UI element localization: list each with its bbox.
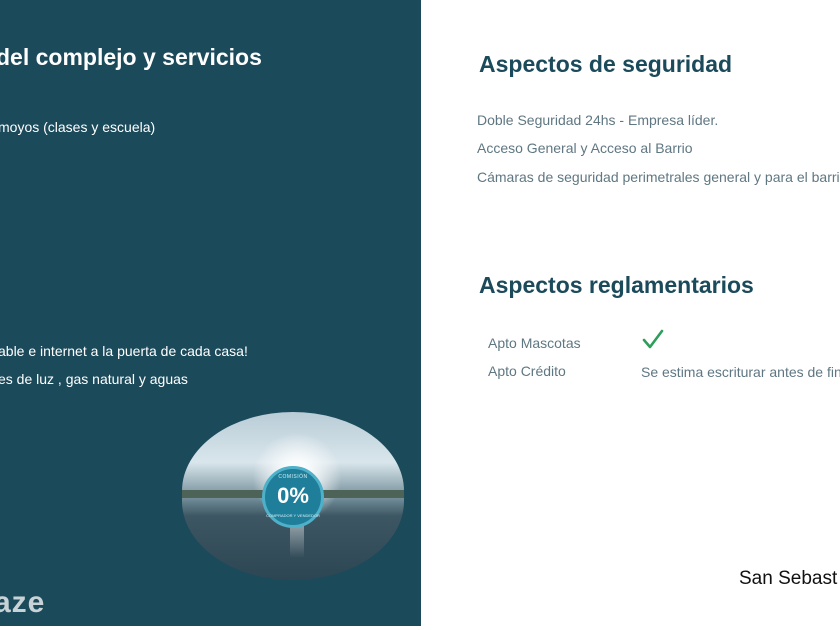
credit-eligible-label: Apto Crédito	[488, 363, 566, 379]
complex-services-title: del complejo y servicios	[0, 44, 262, 70]
commission-badge-value: 0%	[277, 483, 309, 508]
credit-eligible-value: Se estima escriturar antes de fin	[641, 364, 840, 380]
service-line-schools: moyos (clases y escuela)	[0, 119, 156, 135]
commission-badge-bottom-text: COMPRADOR Y VENDEDOR	[266, 513, 320, 518]
commission-badge: COMISIÓN 0% COMPRADOR Y VENDEDOR	[262, 466, 324, 528]
pets-allowed-label: Apto Mascotas	[488, 335, 581, 351]
commission-badge-top-text: COMISIÓN	[278, 474, 308, 480]
regulatory-title: Aspectos reglamentarios	[479, 272, 754, 298]
checkmark-icon	[642, 329, 664, 349]
security-item: Acceso General y Acceso al Barrio	[477, 140, 693, 156]
service-line-internet: able e internet a la puerta de cada casa…	[0, 343, 248, 359]
location-name: San Sebast	[739, 568, 838, 589]
brand-logo: aze	[0, 586, 46, 619]
security-item: Cámaras de seguridad perimetrales genera…	[477, 169, 840, 185]
security-item: Doble Seguridad 24hs - Empresa líder.	[477, 112, 719, 128]
service-line-utilities: es de luz , gas natural y aguas	[0, 371, 188, 387]
lake-photo: COMISIÓN 0% COMPRADOR Y VENDEDOR	[182, 412, 404, 580]
complex-services-panel: del complejo y servicios moyos (clases y…	[0, 0, 421, 626]
security-title: Aspectos de seguridad	[479, 51, 733, 77]
